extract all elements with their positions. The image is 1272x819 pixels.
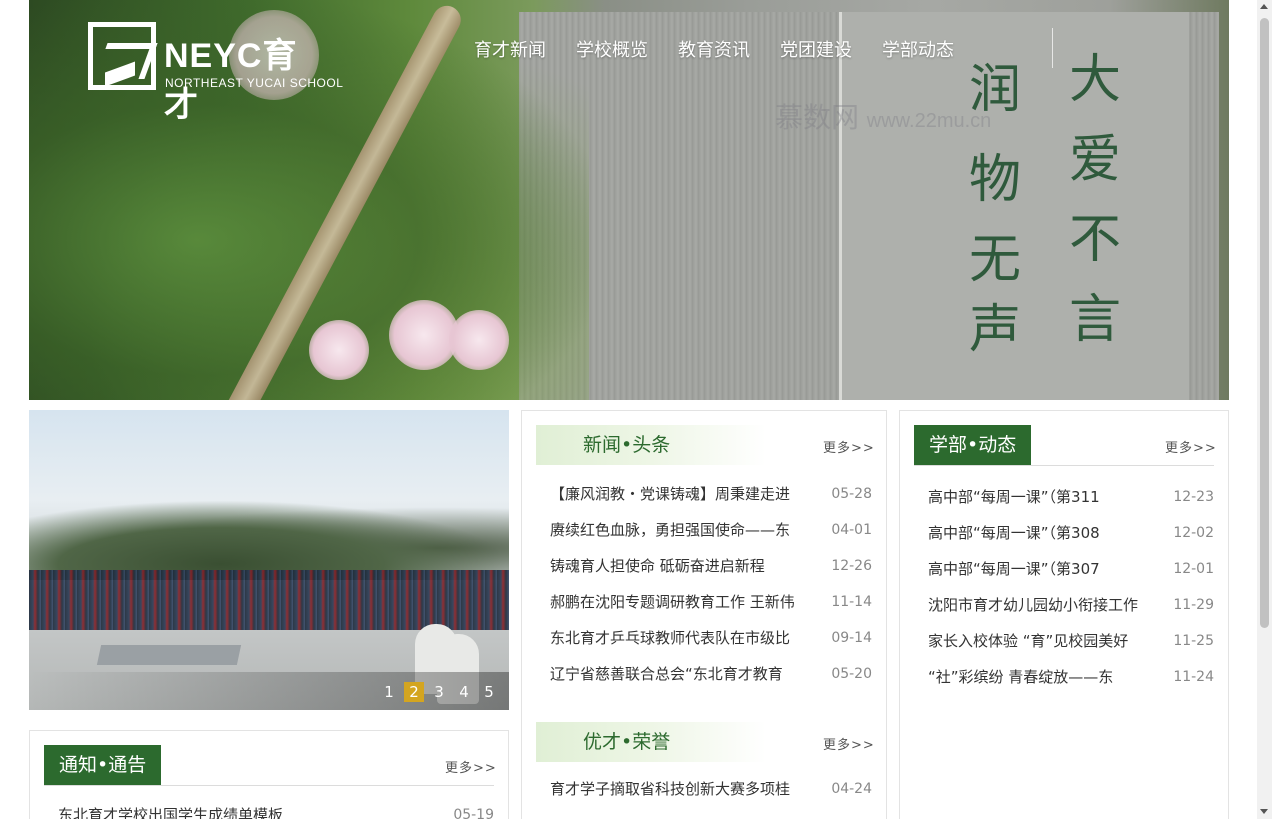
nav-item-party-building[interactable]: 党团建设 bbox=[780, 36, 852, 62]
main-nav: 育才新闻 学校概览 教育资讯 党团建设 学部动态 bbox=[474, 36, 984, 62]
list-item[interactable]: 赓续红色血脉，勇担强国使命——东 04-01 bbox=[550, 512, 872, 548]
slider-page-2[interactable]: 2 bbox=[404, 682, 424, 702]
slider-photo-trees bbox=[29, 500, 509, 580]
slider-page-5[interactable]: 5 bbox=[479, 682, 499, 702]
scrollbar-thumb[interactable] bbox=[1260, 18, 1269, 628]
inscription-char: 不 bbox=[1069, 210, 1122, 270]
slider-photo-crowd bbox=[29, 570, 509, 630]
inscription-char: 无 bbox=[969, 230, 1022, 290]
list-item[interactable]: 铸魂育人担使命 砥砺奋进启新程 12-26 bbox=[550, 548, 872, 584]
logo-emblem-icon bbox=[88, 22, 156, 90]
list-item[interactable]: 东北育才学校出国学生成绩单模板 05-19 bbox=[58, 797, 494, 819]
list-item[interactable]: 【廉风润教・党课铸魂】周秉建走进 05-28 bbox=[550, 476, 872, 512]
nav-divider bbox=[1052, 28, 1053, 68]
nav-item-department-news[interactable]: 学部动态 bbox=[882, 36, 954, 62]
list-item[interactable]: 育才学子摘取省科技创新大赛多项桂 04-24 bbox=[550, 771, 872, 807]
notices-list: 东北育才学校出国学生成绩单模板 05-19 bbox=[58, 797, 494, 819]
divider bbox=[914, 465, 1214, 466]
list-item[interactable]: 高中部“每周一课”（第307 12-01 bbox=[928, 551, 1214, 587]
nav-item-school-overview[interactable]: 学校概览 bbox=[576, 36, 648, 62]
watermark: 慕数网 www.22mu.cn bbox=[775, 102, 992, 133]
news-headlines-list: 【廉风润教・党课铸魂】周秉建走进 05-28 赓续红色血脉，勇担强国使命——东 04… bbox=[550, 476, 872, 692]
inscription-char: 言 bbox=[1069, 290, 1122, 350]
blossom-image bbox=[309, 320, 369, 380]
blossom-image bbox=[449, 310, 509, 370]
nav-item-education-info[interactable]: 教育资讯 bbox=[678, 36, 750, 62]
news-panel: 新闻•头条 更多>> 【廉风润教・党课铸魂】周秉建走进 05-28 赓续红色血脉，… bbox=[521, 410, 887, 819]
slider-page-4[interactable]: 4 bbox=[454, 682, 474, 702]
slider-page-3[interactable]: 3 bbox=[429, 682, 449, 702]
honors-more-link[interactable]: 更多>> bbox=[823, 734, 875, 753]
inscription-char: 物 bbox=[969, 150, 1022, 210]
slider-page-1[interactable]: 1 bbox=[379, 682, 399, 702]
honors-title: 优才•荣誉 bbox=[536, 722, 766, 762]
list-item[interactable]: 沈阳市育才幼儿园幼小衔接工作 11-29 bbox=[928, 587, 1214, 623]
scroll-down-arrow-icon[interactable] bbox=[1260, 809, 1268, 814]
news-headlines-more-link[interactable]: 更多>> bbox=[823, 437, 875, 456]
news-headlines-title: 新闻•头条 bbox=[536, 425, 766, 465]
slider-photo-slab bbox=[96, 645, 242, 665]
logo-subtitle: NORTHEAST YUCAI SCHOOL bbox=[165, 76, 344, 90]
notices-more-link[interactable]: 更多>> bbox=[445, 757, 497, 776]
nav-item-yucai-news[interactable]: 育才新闻 bbox=[474, 36, 546, 62]
scroll-up-arrow-icon[interactable] bbox=[1260, 4, 1268, 9]
list-item[interactable]: 郝鹏在沈阳专题调研教育工作 王新伟 11-14 bbox=[550, 584, 872, 620]
honors-list: 育才学子摘取省科技创新大赛多项桂 04-24 bbox=[550, 771, 872, 807]
slider-pager: 1 2 3 4 5 bbox=[374, 682, 499, 702]
list-item[interactable]: 辽宁省慈善联合总会“东北育才教育 05-20 bbox=[550, 656, 872, 692]
list-item[interactable]: 东北育才乒乓球教师代表队在市级比 09-14 bbox=[550, 620, 872, 656]
stone-inscription: 大 爱 不 言 润 物 无 声 bbox=[949, 40, 1179, 380]
notices-panel: 通知•通告 更多>> 东北育才学校出国学生成绩单模板 05-19 bbox=[29, 730, 509, 819]
department-panel: 学部•动态 更多>> 高中部“每周一课”（第311 12-23 高中部“每周一课”… bbox=[899, 410, 1229, 819]
school-logo[interactable]: NEYC育才 NORTHEAST YUCAI SCHOOL bbox=[88, 22, 343, 124]
notices-title: 通知•通告 bbox=[44, 745, 162, 785]
inscription-char: 爱 bbox=[1069, 130, 1122, 190]
department-news-list: 高中部“每周一课”（第311 12-23 高中部“每周一课”（第308 12-02 … bbox=[928, 479, 1214, 695]
divider bbox=[44, 785, 494, 786]
inscription-char: 大 bbox=[1069, 50, 1122, 110]
list-item[interactable]: 高中部“每周一课”（第311 12-23 bbox=[928, 479, 1214, 515]
list-item[interactable]: “社”彩缤纷 青春绽放——东 11-24 bbox=[928, 659, 1214, 695]
list-item[interactable]: 高中部“每周一课”（第308 12-02 bbox=[928, 515, 1214, 551]
photo-slider[interactable]: 1 2 3 4 5 bbox=[29, 410, 509, 710]
department-news-more-link[interactable]: 更多>> bbox=[1165, 437, 1217, 456]
department-news-title: 学部•动态 bbox=[914, 425, 1032, 465]
page-scrollbar[interactable] bbox=[1257, 0, 1272, 819]
list-item[interactable]: 家长入校体验 “育”见校园美好 11-25 bbox=[928, 623, 1214, 659]
inscription-char: 声 bbox=[969, 300, 1022, 360]
